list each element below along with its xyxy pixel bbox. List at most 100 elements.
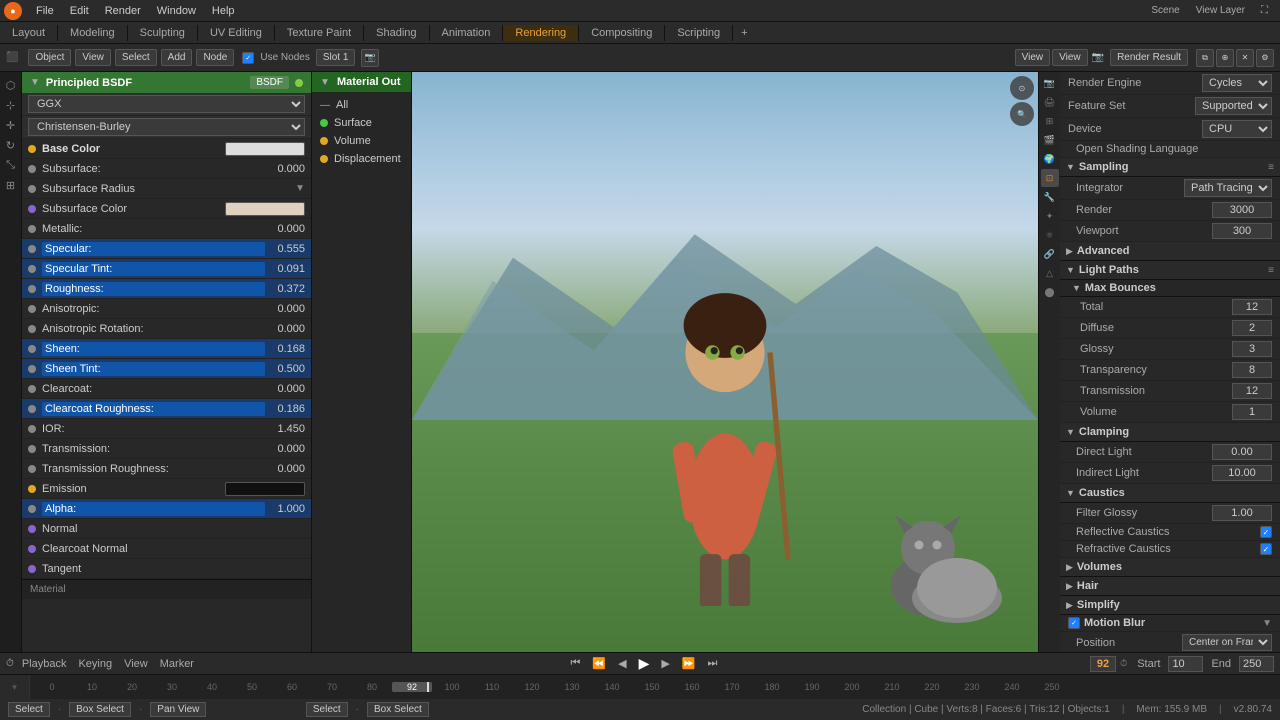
view3-btn[interactable]: View [1015,49,1051,66]
option-btn4[interactable]: ⚙ [1256,49,1274,67]
transmission-value[interactable]: 0.000 [265,443,305,455]
play-btn[interactable]: ▶ [635,654,654,673]
start-input[interactable] [1168,656,1203,672]
props-render-icon[interactable]: 📷 [1041,74,1059,92]
timeline-scrubber[interactable]: ▼ 0 10 20 30 40 50 60 70 80 92 100 110 [0,675,1280,699]
base-color-swatch[interactable] [225,142,305,156]
specular-tint-value[interactable]: 0.091 [265,263,305,275]
subsurface-value[interactable]: 0.000 [265,163,305,175]
subsurface-method-select[interactable]: Christensen-Burley [28,118,305,136]
playback-menu[interactable]: Playback [18,658,71,670]
mat-out-volume[interactable]: Volume [312,132,411,150]
diffuse-input[interactable] [1232,320,1272,336]
tab-scripting[interactable]: Scripting [665,25,733,41]
transparency-input[interactable] [1232,362,1272,378]
tool-icon-scale[interactable]: ⤡ [2,156,20,174]
sampling-section-header[interactable]: ▼ Sampling ≡ [1060,158,1280,177]
mat-out-surface[interactable]: Surface [312,114,411,132]
render-engine-select[interactable]: Cycles [1202,74,1272,92]
props-constraints-icon[interactable]: 🔗 [1041,245,1059,263]
mat-out-all[interactable]: — All [312,96,411,114]
volumes-section-header[interactable]: ▶ Volumes [1060,558,1280,577]
menu-render[interactable]: Render [97,3,149,19]
motion-blur-header[interactable]: Motion Blur ▼ [1060,615,1280,632]
render-samples-input[interactable] [1212,202,1272,218]
view4-btn[interactable]: View [1052,49,1088,66]
ior-value[interactable]: 1.450 [265,423,305,435]
view-menu-timeline[interactable]: View [120,658,152,670]
reflective-caustics-checkbox[interactable] [1260,526,1272,538]
tab-rendering[interactable]: Rendering [503,25,579,41]
menu-window[interactable]: Window [149,3,204,19]
specular-value[interactable]: 0.555 [265,243,305,255]
jump-end-btn[interactable]: ⏭ [704,656,722,671]
tab-sculpting[interactable]: Sculpting [128,25,198,41]
scene-selector[interactable]: Scene [1143,5,1187,16]
props-object-icon[interactable]: ⊡ [1041,169,1059,187]
max-bounces-header[interactable]: ▼ Max Bounces [1060,280,1280,297]
props-physics-icon[interactable]: ⚛ [1041,226,1059,244]
node-expand-arrow[interactable]: ▼ [30,77,40,88]
props-world-icon[interactable]: 🌍 [1041,150,1059,168]
filter-glossy-input[interactable] [1212,505,1272,521]
props-scene-icon[interactable]: 🎬 [1041,131,1059,149]
use-nodes-checkbox[interactable] [242,52,254,64]
marker-menu[interactable]: Marker [156,658,198,670]
anisotropic-value[interactable]: 0.000 [265,303,305,315]
object-menu[interactable]: Object [28,49,71,66]
tool-icon-transform[interactable]: ⊞ [2,176,20,194]
view-layer-selector[interactable]: View Layer [1188,5,1253,16]
anisotropic-rotation-value[interactable]: 0.000 [265,323,305,335]
tab-modeling[interactable]: Modeling [58,25,128,41]
timeline-track[interactable]: 0 10 20 30 40 50 60 70 80 92 100 110 120… [30,682,1280,692]
end-input[interactable] [1239,656,1274,672]
distribution-select[interactable]: GGX [28,95,305,113]
add-workspace-btn[interactable]: + [733,25,755,41]
indirect-light-input[interactable] [1212,465,1272,481]
next-keyframe-btn[interactable]: ⏩ [678,656,700,671]
option-btn1[interactable]: ⧉ [1196,49,1214,67]
advanced-section-header[interactable]: ▶ Advanced [1060,242,1280,261]
tool-icon-rotate[interactable]: ↻ [2,136,20,154]
props-particles-icon[interactable]: ✦ [1041,207,1059,225]
viewport-nav-btn[interactable]: ⊙ [1010,76,1034,100]
transmission-roughness-value[interactable]: 0.000 [265,463,305,475]
total-input[interactable] [1232,299,1272,315]
next-frame-btn[interactable]: ▶ [657,656,673,671]
box-select-btn[interactable]: Box Select [69,702,131,717]
current-frame-display[interactable]: 92 [1090,656,1116,672]
option-btn2[interactable]: ⊕ [1216,49,1234,67]
light-paths-section-header[interactable]: ▼ Light Paths ≡ [1060,261,1280,280]
tab-shading[interactable]: Shading [364,25,429,41]
caustics-section-header[interactable]: ▼ Caustics [1060,484,1280,503]
simplify-section-header[interactable]: ▶ Simplify [1060,596,1280,615]
add-menu[interactable]: Add [161,49,193,66]
editor-type[interactable]: ⬛ [6,52,18,63]
clearcoat-value[interactable]: 0.000 [265,383,305,395]
tool-icon-select[interactable]: ⬡ [2,76,20,94]
menu-file[interactable]: File [28,3,62,19]
box-select2-btn[interactable]: Box Select [367,702,429,717]
timeline-type-icon[interactable]: ⏱ [6,658,14,669]
render-btn[interactable]: 📷 [361,49,379,67]
slot-selector[interactable]: Slot 1 [316,49,356,66]
pan-view-btn[interactable]: Pan View [150,702,206,717]
feature-set-select[interactable]: Supported [1195,97,1272,115]
sheen-value[interactable]: 0.168 [265,343,305,355]
props-material-icon[interactable]: ⬤ [1041,283,1059,301]
alpha-value[interactable]: 1.000 [265,503,305,515]
menu-edit[interactable]: Edit [62,3,97,19]
keying-menu[interactable]: Keying [74,658,116,670]
tab-animation[interactable]: Animation [430,25,504,41]
tool-icon-cursor[interactable]: ⊹ [2,96,20,114]
prev-keyframe-btn[interactable]: ⏪ [588,656,610,671]
props-data-icon[interactable]: △ [1041,264,1059,282]
node-menu[interactable]: Node [196,49,234,66]
subsurface-radius-arrow[interactable]: ▼ [295,183,305,194]
prev-frame-btn[interactable]: ◀ [614,656,630,671]
tab-compositing[interactable]: Compositing [579,25,665,41]
jump-start-btn[interactable]: ⏮ [566,656,584,671]
tab-layout[interactable]: Layout [0,25,58,41]
select2-btn[interactable]: Select [306,702,348,717]
tab-texture-paint[interactable]: Texture Paint [275,25,364,41]
